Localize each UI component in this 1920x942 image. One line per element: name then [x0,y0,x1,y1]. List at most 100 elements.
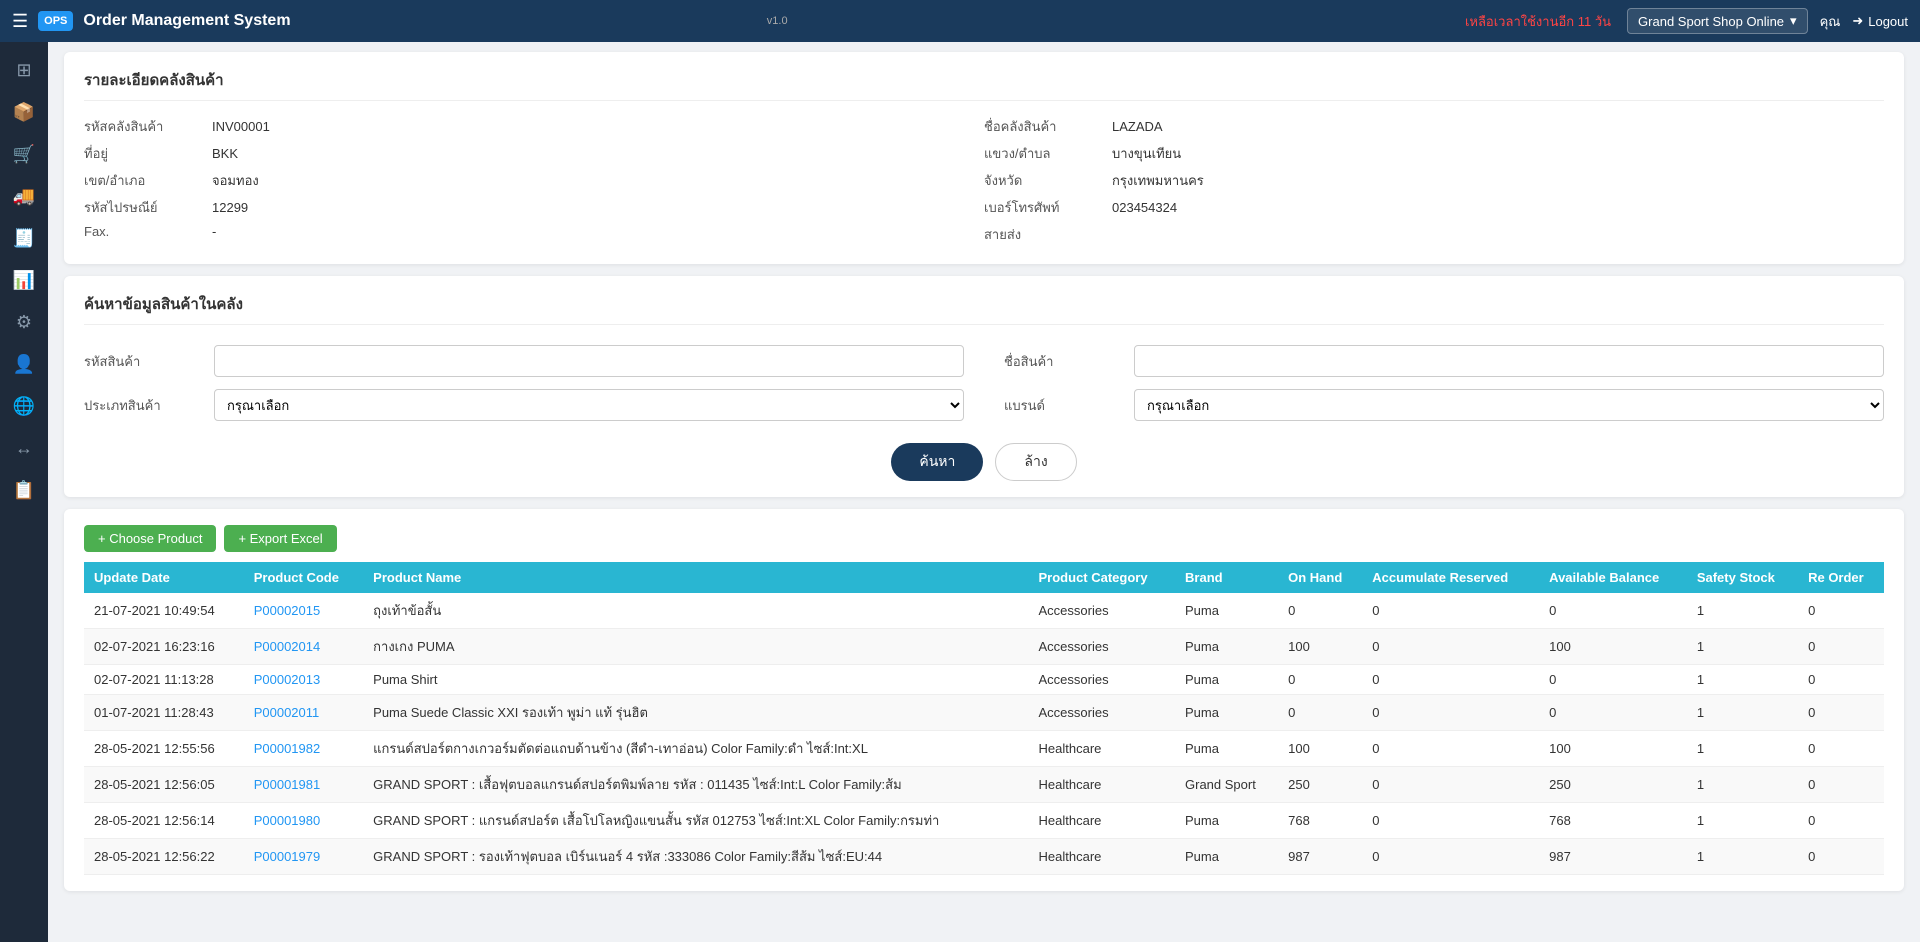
cell-reorder: 0 [1798,593,1884,629]
col-update-date: Update Date [84,562,244,593]
product-code-link[interactable]: P00002014 [254,639,321,654]
session-warning: เหลือเวลาใช้งานอีก 11 วัน [1465,11,1611,32]
warehouse-info-grid: รหัสคลังสินค้า INV00001 ที่อยู่ BKK เขต/… [84,113,1884,248]
logout-button[interactable]: ➜ Logout [1852,13,1908,29]
subdistrict-row: แขวง/ตำบล บางขุนเทียน [984,140,1884,167]
choose-product-button[interactable]: + Choose Product [84,525,216,552]
product-name-input[interactable] [1134,345,1884,377]
cell-accum-reserved: 0 [1362,593,1539,629]
category-row: ประเภทสินค้า กรุณาเลือก [84,389,964,421]
product-code-link[interactable]: P00001981 [254,777,321,792]
cell-product-code[interactable]: P00002011 [244,695,363,731]
cell-update-date: 28-05-2021 12:56:14 [84,803,244,839]
warehouse-detail-title: รายละเอียดคลังสินค้า [84,68,1884,101]
cell-product-code[interactable]: P00001980 [244,803,363,839]
sidebar-item-dashboard[interactable]: ⊞ [4,50,44,90]
cell-on-hand: 987 [1278,839,1362,875]
cell-product-name: กางเกง PUMA [363,629,1028,665]
cell-product-code[interactable]: P00002014 [244,629,363,665]
product-code-label: รหัสสินค้า [84,351,204,372]
export-excel-button[interactable]: + Export Excel [224,525,336,552]
phone-row: เบอร์โทรศัพท์ 023454324 [984,194,1884,221]
sidebar-item-reports[interactable]: 📊 [4,260,44,300]
product-code-link[interactable]: P00001980 [254,813,321,828]
cell-brand: Puma [1175,839,1278,875]
cell-product-code[interactable]: P00001981 [244,767,363,803]
search-form: รหัสสินค้า ชื่อสินค้า ประเภทสินค้า กรุณา… [84,337,1884,429]
product-name-label: ชื่อสินค้า [1004,351,1124,372]
zipcode-row: รหัสไปรษณีย์ 12299 [84,194,984,221]
cell-product-code[interactable]: P00001979 [244,839,363,875]
table-body: 21-07-2021 10:49:54 P00002015 ถุงเท้าข้อ… [84,593,1884,875]
cell-available: 987 [1539,839,1687,875]
cell-reorder: 0 [1798,803,1884,839]
warehouse-code-row: รหัสคลังสินค้า INV00001 [84,113,984,140]
product-code-link[interactable]: P00002011 [254,705,320,720]
sidebar-item-receipts[interactable]: 🧾 [4,218,44,258]
col-brand: Brand [1175,562,1278,593]
province-row: จังหวัด กรุงเทพมหานคร [984,167,1884,194]
brand-select[interactable]: กรุณาเลือก [1134,389,1884,421]
category-select[interactable]: กรุณาเลือก [214,389,964,421]
cell-available: 0 [1539,695,1687,731]
sidebar-item-list[interactable]: 📋 [4,470,44,510]
district-label: เขต/อำเภอ [84,170,204,191]
province-label: จังหวัด [984,170,1104,191]
sidebar-item-orders[interactable]: 🛒 [4,134,44,174]
cell-update-date: 21-07-2021 10:49:54 [84,593,244,629]
fax-value: - [212,224,216,239]
product-code-link[interactable]: P00002015 [254,603,321,618]
product-name-row: ชื่อสินค้า [1004,345,1884,377]
cell-accum-reserved: 0 [1362,665,1539,695]
product-code-link[interactable]: P00001979 [254,849,321,864]
cell-product-code[interactable]: P00002013 [244,665,363,695]
cell-accum-reserved: 0 [1362,839,1539,875]
cell-product-code[interactable]: P00001982 [244,731,363,767]
sidebar-item-global[interactable]: 🌐 [4,386,44,426]
table-row: 02-07-2021 16:23:16 P00002014 กางเกง PUM… [84,629,1884,665]
cell-on-hand: 768 [1278,803,1362,839]
cell-category: Healthcare [1029,839,1176,875]
sidebar-item-users[interactable]: 👤 [4,344,44,384]
cell-accum-reserved: 0 [1362,731,1539,767]
shop-name: Grand Sport Shop Online [1638,14,1784,29]
sidebar-item-inventory[interactable]: 📦 [4,92,44,132]
clear-button[interactable]: ล้าง [995,443,1076,481]
cell-available: 0 [1539,593,1687,629]
cell-product-name: GRAND SPORT : รองเท้าฟุตบอล เบิร์นเนอร์ … [363,839,1028,875]
sidebar-item-transfer[interactable]: ↔ [4,428,44,468]
shop-dropdown-icon: ▾ [1790,13,1797,29]
shop-selector[interactable]: Grand Sport Shop Online ▾ [1627,8,1808,34]
sidebar-item-settings[interactable]: ⚙ [4,302,44,342]
cell-reorder: 0 [1798,665,1884,695]
cell-brand: Grand Sport [1175,767,1278,803]
search-button[interactable]: ค้นหา [891,443,983,481]
warehouse-code-value: INV00001 [212,119,270,134]
hamburger-menu[interactable]: ☰ [12,11,28,32]
cell-brand: Puma [1175,665,1278,695]
product-code-link[interactable]: P00001982 [254,741,321,756]
cell-category: Healthcare [1029,803,1176,839]
cell-safety-stock: 1 [1687,695,1798,731]
col-accum-reserved: Accumulate Reserved [1362,562,1539,593]
product-code-link[interactable]: P00002013 [254,672,321,687]
logout-label: Logout [1868,14,1908,29]
cell-product-code[interactable]: P00002015 [244,593,363,629]
cell-safety-stock: 1 [1687,767,1798,803]
fax-row: Fax. - [84,221,984,242]
table-row: 01-07-2021 11:28:43 P00002011 Puma Suede… [84,695,1884,731]
cell-category: Accessories [1029,593,1176,629]
cell-product-name: แกรนด์สปอร์ตกางเกวอร์มตัดต่อแถบด้านข้าง … [363,731,1028,767]
warehouse-name-row: ชื่อคลังสินค้า LAZADA [984,113,1884,140]
cell-category: Accessories [1029,695,1176,731]
cell-reorder: 0 [1798,839,1884,875]
warehouse-name-label: ชื่อคลังสินค้า [984,116,1104,137]
brand-row: แบรนด์ กรุณาเลือก [1004,389,1884,421]
cell-update-date: 28-05-2021 12:56:05 [84,767,244,803]
cell-accum-reserved: 0 [1362,695,1539,731]
cell-product-name: Puma Suede Classic XXI รองเท้า พูม่า แท้… [363,695,1028,731]
table-row: 02-07-2021 11:13:28 P00002013 Puma Shirt… [84,665,1884,695]
sidebar-item-shipping[interactable]: 🚚 [4,176,44,216]
product-code-input[interactable] [214,345,964,377]
cell-product-name: Puma Shirt [363,665,1028,695]
